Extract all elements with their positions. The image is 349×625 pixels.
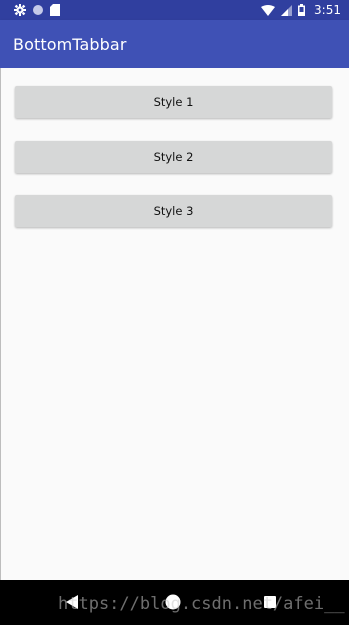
style-3-button[interactable]: Style 3: [15, 195, 332, 227]
app-bar: BottomTabbar: [0, 20, 349, 68]
battery-icon: [298, 4, 306, 16]
window-edge: [0, 68, 1, 580]
gear-icon: [14, 4, 26, 16]
style-2-button[interactable]: Style 2: [15, 141, 332, 173]
sd-card-icon: [50, 4, 60, 16]
status-left-icons: [14, 4, 60, 16]
main-content: Style 1 Style 2 Style 3: [0, 68, 349, 580]
app-title: BottomTabbar: [13, 34, 127, 54]
status-right-icons: 3:51: [261, 3, 341, 17]
watermark-text: https://blog.csdn.net/afei__: [58, 594, 345, 614]
style-1-button[interactable]: Style 1: [15, 86, 332, 118]
wifi-icon: [261, 4, 276, 16]
status-bar: 3:51: [0, 0, 349, 20]
signal-icon: [281, 4, 293, 16]
circle-icon: [32, 4, 44, 16]
status-time: 3:51: [314, 3, 341, 17]
